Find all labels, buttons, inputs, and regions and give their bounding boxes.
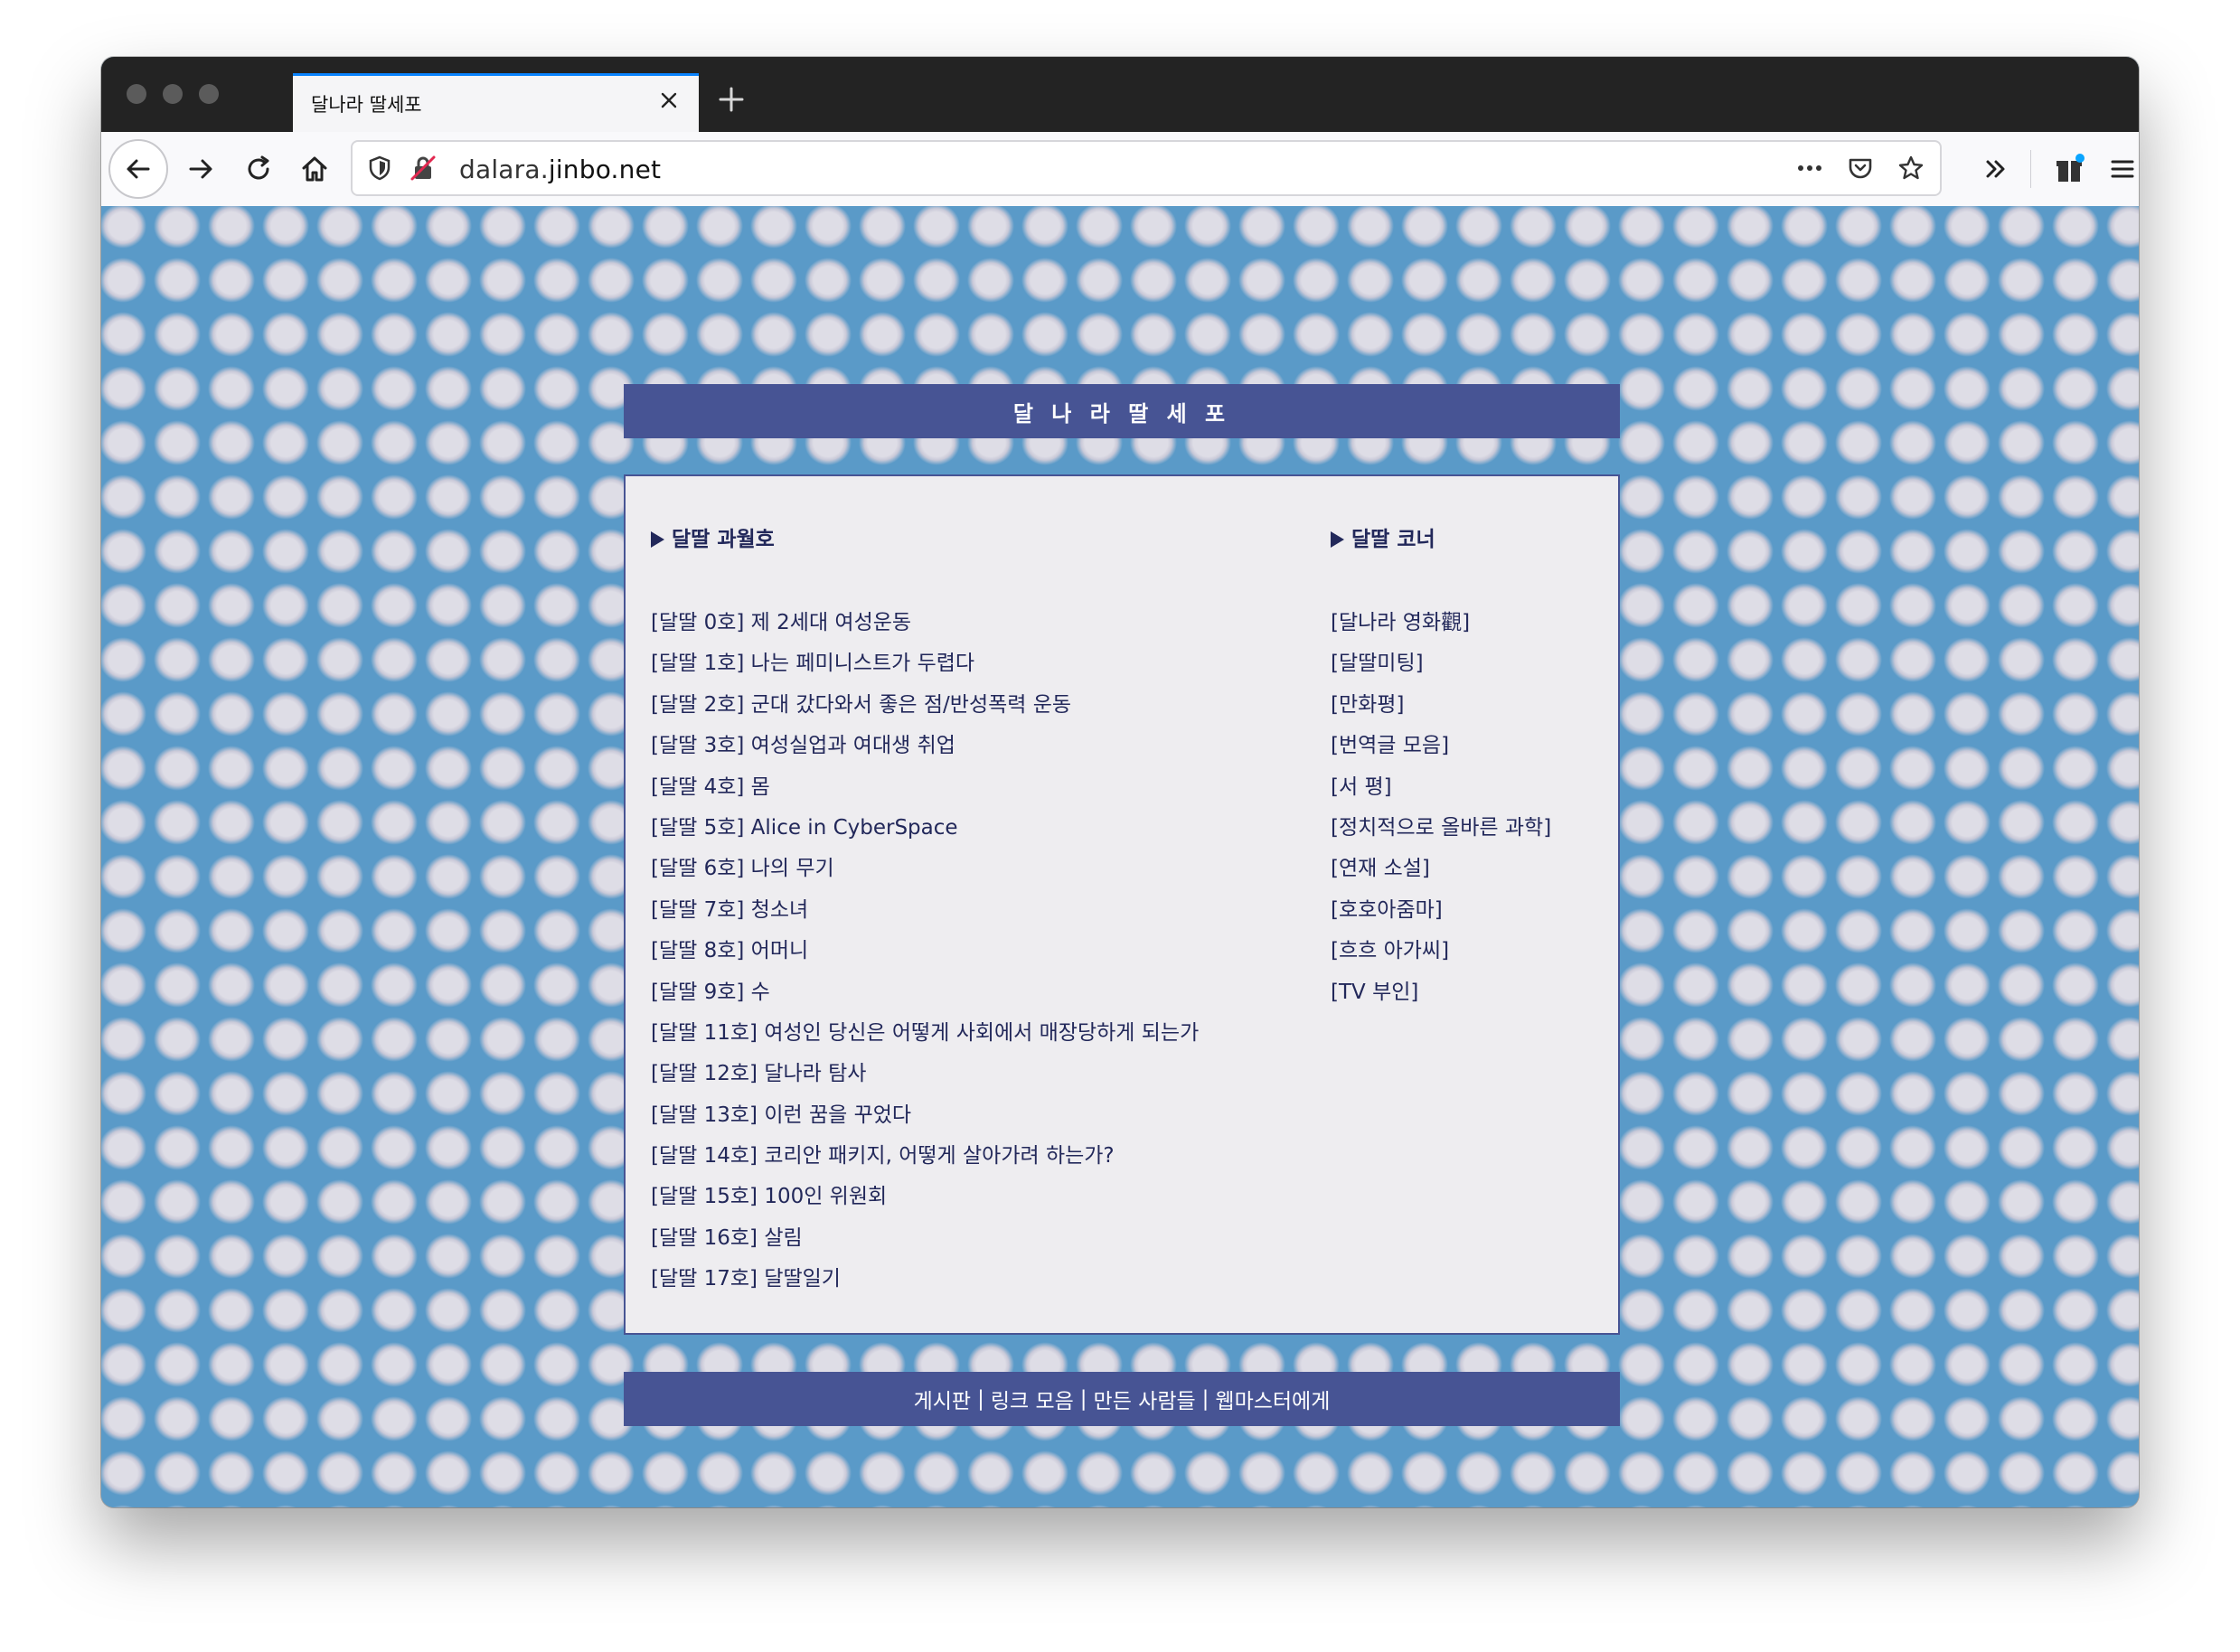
back-issue-link[interactable]: [달딸 9호] 수 bbox=[651, 972, 1199, 1013]
new-tab-icon[interactable] bbox=[716, 84, 747, 115]
shield-icon[interactable] bbox=[365, 154, 394, 183]
back-issue-link[interactable]: [달딸 17호] 달딸일기 bbox=[651, 1259, 1199, 1300]
site-title-bar: 달 나 라 딸 세 포 bbox=[624, 384, 1620, 438]
back-issue-link[interactable]: [달딸 0호] 제 2세대 여성운동 bbox=[651, 603, 1199, 643]
forward-arrow-icon bbox=[189, 159, 212, 179]
tab-title: 달나라 딸세포 bbox=[311, 94, 422, 116]
triangle-right-icon bbox=[651, 531, 664, 548]
tab-active[interactable]: 달나라 딸세포 bbox=[293, 73, 699, 132]
back-issue-link[interactable]: [달딸 13호] 이런 꿈을 꾸었다 bbox=[651, 1095, 1199, 1136]
right-column-heading: 달딸 코너 bbox=[1331, 521, 1435, 552]
corner-link[interactable]: [호호아줌마] bbox=[1331, 890, 1551, 931]
back-issue-link[interactable]: [달딸 8호] 어머니 bbox=[651, 931, 1199, 971]
triangle-right-icon bbox=[1331, 531, 1344, 548]
back-button[interactable] bbox=[108, 139, 168, 199]
extensions-button[interactable] bbox=[2047, 145, 2094, 192]
content-box: 달딸 과월호 달딸 코너 [달딸 0호] 제 2세대 여성운동 [달딸 1호] 나… bbox=[624, 474, 1620, 1335]
footer-nav: 게시판 | 링크 모음 | 만든 사람들 | 웹마스터에게 bbox=[624, 1372, 1620, 1426]
toolbar-divider bbox=[2030, 150, 2031, 188]
overflow-menu-button[interactable] bbox=[1972, 145, 2019, 192]
zoom-window-button[interactable] bbox=[199, 84, 219, 104]
back-issue-link[interactable]: [달딸 12호] 달나라 탐사 bbox=[651, 1054, 1199, 1094]
footer-separator: | bbox=[1079, 1387, 1087, 1411]
close-tab-icon[interactable] bbox=[657, 89, 681, 112]
corner-link[interactable]: [서 평] bbox=[1331, 767, 1551, 808]
gift-icon bbox=[2056, 154, 2085, 182]
corner-link[interactable]: [달나라 영화觀] bbox=[1331, 603, 1551, 643]
bookmark-star-icon[interactable] bbox=[1896, 154, 1925, 183]
url-domain: jinbo.net bbox=[548, 155, 662, 184]
minimize-window-button[interactable] bbox=[163, 84, 183, 104]
web-page: 달 나 라 딸 세 포 달딸 과월호 달딸 코너 [달딸 0호] 제 2세대 여… bbox=[101, 206, 2139, 1507]
left-column-heading: 달딸 과월호 bbox=[651, 521, 775, 552]
double-chevron-icon bbox=[1986, 160, 2005, 178]
close-window-button[interactable] bbox=[127, 84, 146, 104]
footer-link[interactable]: 웹마스터에게 bbox=[1215, 1384, 1330, 1414]
corner-link[interactable]: [달딸미팅] bbox=[1331, 643, 1551, 684]
footer-link[interactable]: 게시판 bbox=[914, 1384, 971, 1414]
corner-link[interactable]: [번역글 모음] bbox=[1331, 726, 1551, 766]
back-issue-link[interactable]: [달딸 5호] Alice in CyberSpace bbox=[651, 808, 1199, 849]
corner-link[interactable]: [만화평] bbox=[1331, 685, 1551, 726]
url-subdomain: dalara. bbox=[459, 155, 549, 184]
hamburger-icon bbox=[2111, 160, 2134, 178]
right-column-heading-text: 달딸 코너 bbox=[1351, 528, 1435, 551]
main-menu-button[interactable] bbox=[2099, 145, 2139, 192]
back-issue-link[interactable]: [달딸 4호] 몸 bbox=[651, 767, 1199, 808]
reload-icon bbox=[248, 155, 269, 180]
home-icon bbox=[302, 156, 327, 182]
back-issue-link[interactable]: [달딸 16호] 살림 bbox=[651, 1218, 1199, 1259]
back-issue-link[interactable]: [달딸 2호] 군대 갔다와서 좋은 점/반성폭력 운동 bbox=[651, 685, 1199, 726]
url-text[interactable]: dalara.jinbo.net bbox=[459, 155, 661, 184]
back-issue-link[interactable]: [달딸 15호] 100인 위원회 bbox=[651, 1177, 1199, 1217]
back-arrow-icon bbox=[127, 159, 150, 179]
reload-button[interactable] bbox=[235, 145, 282, 192]
back-issue-link[interactable]: [달딸 3호] 여성실업과 여대생 취업 bbox=[651, 726, 1199, 766]
left-column-heading-text: 달딸 과월호 bbox=[672, 528, 775, 551]
back-issue-link[interactable]: [달딸 7호] 청소녀 bbox=[651, 890, 1199, 931]
corner-link[interactable]: [연재 소설] bbox=[1331, 849, 1551, 889]
back-issues-list: [달딸 0호] 제 2세대 여성운동 [달딸 1호] 나는 페미니스트가 두렵다[… bbox=[651, 603, 1199, 1300]
browser-window: 달나라 딸세포 dalara.jinbo.net 달 나 라 딸 세 포 달딸 … bbox=[101, 57, 2139, 1507]
back-issue-link[interactable]: [달딸 1호] 나는 페미니스트가 두렵다 bbox=[651, 643, 1199, 684]
corners-list: [달나라 영화觀] [달딸미팅] [만화평] [번역글 모음] [서 평] [정치적으로 … bbox=[1331, 603, 1551, 1013]
tab-bar: 달나라 딸세포 bbox=[101, 57, 2139, 132]
back-issue-link[interactable]: [달딸 14호] 코리안 패키지, 어떻게 살아가려 하는가? bbox=[651, 1136, 1199, 1177]
corner-link[interactable]: [정치적으로 올바른 과학] bbox=[1331, 808, 1551, 849]
corner-link[interactable]: [흐흐 아가씨] bbox=[1331, 931, 1551, 971]
footer-link[interactable]: 링크 모음 bbox=[991, 1384, 1074, 1414]
forward-button[interactable] bbox=[177, 145, 224, 192]
back-issue-link[interactable]: [달딸 6호] 나의 무기 bbox=[651, 849, 1199, 889]
page-actions-icon[interactable] bbox=[1795, 154, 1824, 183]
home-button[interactable] bbox=[291, 145, 338, 192]
navigation-bar: dalara.jinbo.net bbox=[101, 132, 2139, 207]
back-issue-link[interactable]: [달딸 11호] 여성인 당신은 어떻게 사회에서 매장당하게 되는가 bbox=[651, 1013, 1199, 1054]
footer-separator: | bbox=[1201, 1387, 1209, 1411]
insecure-lock-icon[interactable] bbox=[409, 154, 438, 183]
footer-separator: | bbox=[977, 1387, 984, 1411]
footer-link[interactable]: 만든 사람들 bbox=[1094, 1384, 1196, 1414]
pocket-icon[interactable] bbox=[1846, 154, 1875, 183]
address-bar[interactable]: dalara.jinbo.net bbox=[351, 140, 1942, 196]
corner-link[interactable]: [TV 부인] bbox=[1331, 972, 1551, 1013]
